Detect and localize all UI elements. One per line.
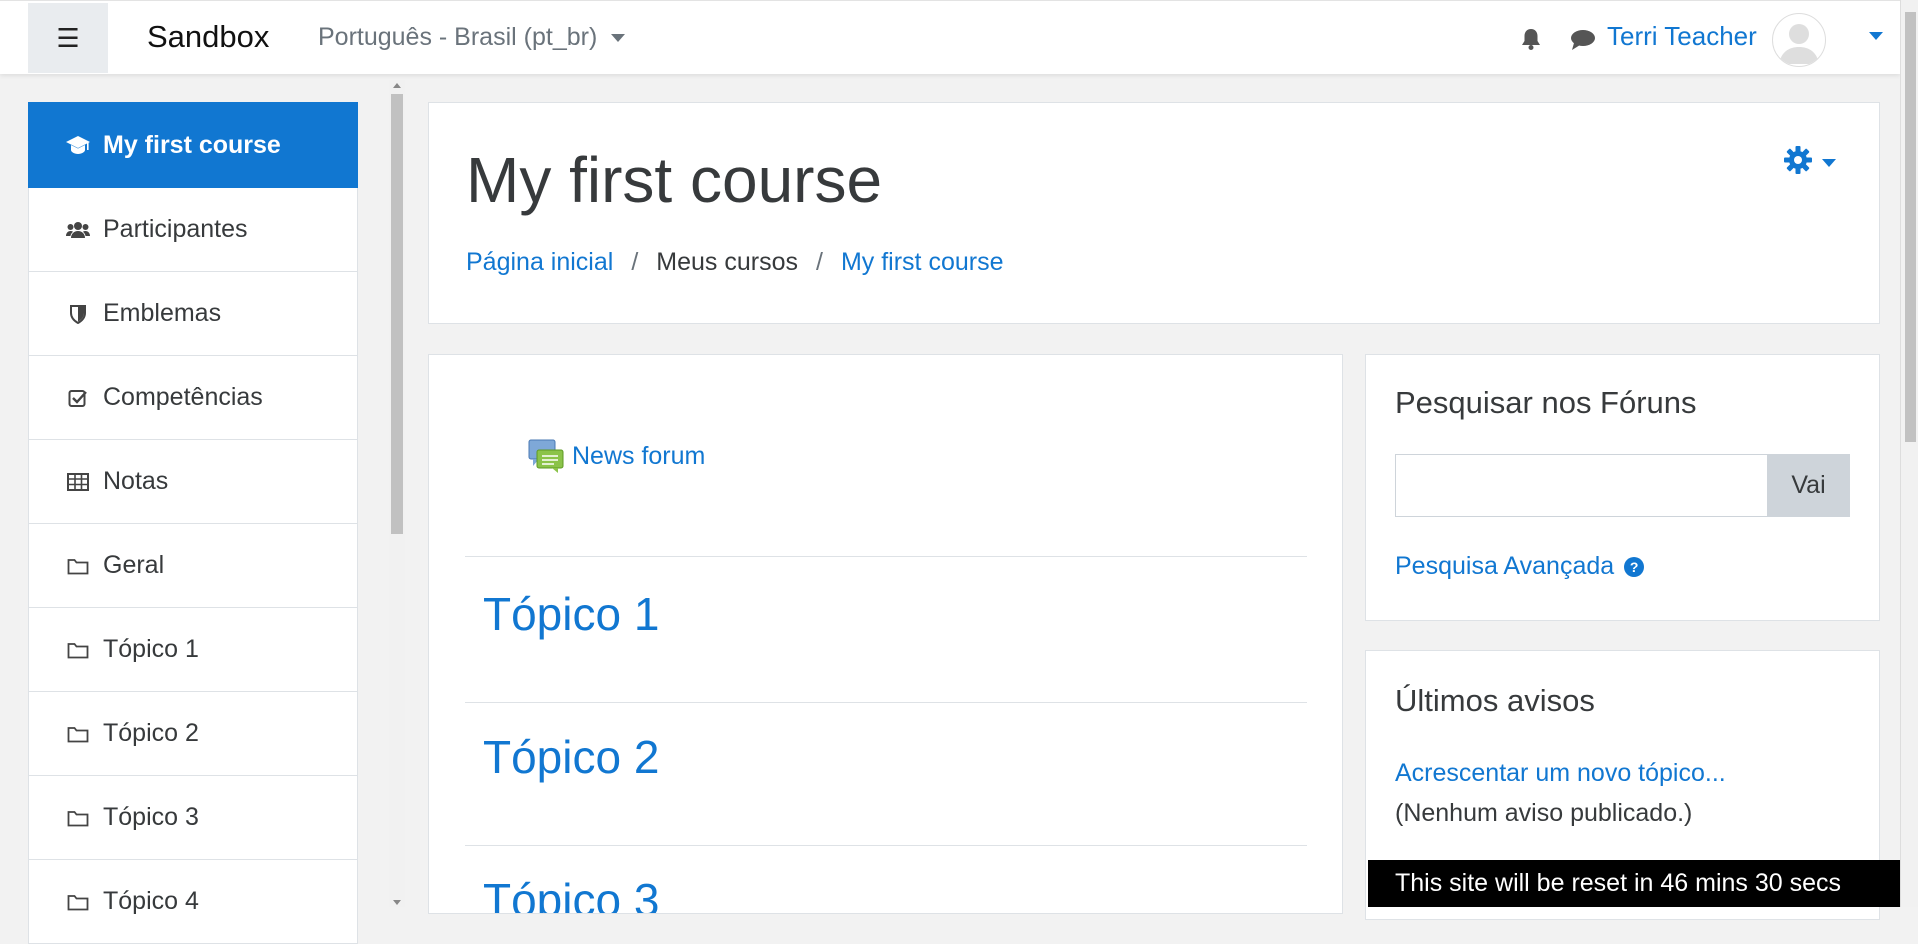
gear-icon (1783, 145, 1813, 180)
language-menu[interactable]: Português - Brasil (pt_br) (318, 23, 626, 52)
breadcrumb-my-courses: Meus cursos (656, 248, 798, 276)
drawer-item-label: My first course (103, 130, 281, 159)
drawer-scrollbar-thumb[interactable] (391, 94, 403, 534)
block-title: Pesquisar nos Fóruns (1395, 385, 1697, 420)
drawer-item-label: Participantes (103, 215, 248, 243)
page-scrollbar[interactable] (1900, 0, 1918, 907)
page-header: My first course Página inicial / Meus cu… (428, 102, 1880, 324)
bell-icon[interactable] (1520, 27, 1542, 56)
section-divider (465, 845, 1307, 846)
site-brand[interactable]: Sandbox (147, 19, 269, 55)
section-divider (465, 702, 1307, 703)
user-menu-chevron-icon[interactable] (1869, 32, 1883, 40)
chevron-down-icon (1822, 158, 1836, 167)
user-name-link[interactable]: Terri Teacher (1607, 21, 1757, 52)
drawer-item-label: Competências (103, 383, 263, 411)
language-label: Português - Brasil (pt_br) (318, 23, 598, 51)
drawer-item-general[interactable]: Geral (28, 524, 358, 608)
top-navbar: ☰ Sandbox Português - Brasil (pt_br) Ter… (0, 0, 1900, 74)
scroll-up-arrow-icon[interactable] (393, 83, 401, 88)
drawer-scrollbar[interactable] (389, 80, 405, 907)
drawer-item-badges[interactable]: Emblemas (28, 272, 358, 356)
folder-icon (65, 893, 91, 911)
course-content: News forum Tópico 1 Tópico 2 Tópico 3 (428, 354, 1343, 914)
help-icon[interactable]: ? (1624, 556, 1645, 577)
breadcrumb-home-link[interactable]: Página inicial (466, 248, 613, 277)
drawer-toggle-button[interactable]: ☰ (28, 3, 108, 73)
drawer-item-topic-3[interactable]: Tópico 3 (28, 776, 358, 860)
no-news-text: (Nenhum aviso publicado.) (1395, 799, 1693, 827)
drawer-item-participants[interactable]: Participantes (28, 188, 358, 272)
add-new-topic-link[interactable]: Acrescentar um novo tópico... (1395, 759, 1726, 788)
section-divider (465, 556, 1307, 557)
topic-3-heading[interactable]: Tópico 3 (483, 873, 659, 913)
checkbox-icon (65, 388, 91, 408)
course-nav-drawer: My first course Participantes Emblemas C… (28, 102, 358, 944)
topic-1-heading[interactable]: Tópico 1 (483, 587, 659, 641)
drawer-item-topic-1[interactable]: Tópico 1 (28, 608, 358, 692)
folder-icon (65, 557, 91, 575)
drawer-item-label: Emblemas (103, 299, 222, 327)
page-scrollbar-thumb[interactable] (1905, 12, 1916, 442)
drawer-item-grades[interactable]: Notas (28, 440, 358, 524)
users-icon (65, 221, 91, 239)
avatar[interactable] (1772, 13, 1826, 67)
topic-2-heading[interactable]: Tópico 2 (483, 730, 659, 784)
breadcrumb-separator: / (816, 248, 823, 276)
drawer-item-label: Tópico 1 (103, 635, 199, 663)
forum-icon (528, 439, 564, 473)
search-go-button[interactable]: Vai (1767, 454, 1850, 517)
graduation-cap-icon (65, 135, 91, 155)
chevron-down-icon (611, 33, 626, 42)
drawer-item-label: Tópico 3 (103, 803, 199, 831)
table-icon (65, 472, 91, 491)
scroll-down-arrow-icon[interactable] (393, 900, 401, 905)
chat-bubble-icon[interactable] (1570, 29, 1596, 56)
search-forums-block: Pesquisar nos Fóruns Vai Pesquisa Avança… (1365, 354, 1880, 621)
breadcrumb: Página inicial / Meus cursos / My first … (466, 248, 1003, 277)
folder-icon (65, 725, 91, 743)
drawer-item-label: Notas (103, 467, 169, 495)
news-forum-link[interactable]: News forum (528, 439, 705, 473)
drawer-item-label: Tópico 4 (103, 887, 199, 915)
search-input[interactable] (1395, 454, 1768, 517)
advanced-search-link[interactable]: Pesquisa Avançada ? (1395, 552, 1645, 581)
hamburger-icon: ☰ (56, 22, 80, 53)
drawer-item-competencies[interactable]: Competências (28, 356, 358, 440)
breadcrumb-course-link[interactable]: My first course (841, 248, 1004, 277)
breadcrumb-separator: / (631, 248, 639, 276)
drawer-item-topic-2[interactable]: Tópico 2 (28, 692, 358, 776)
block-title: Últimos avisos (1395, 683, 1595, 718)
advanced-search-label: Pesquisa Avançada (1395, 552, 1615, 580)
drawer-item-label: Geral (103, 551, 165, 579)
drawer-item-label: Tópico 2 (103, 719, 199, 747)
folder-icon (65, 809, 91, 827)
course-settings-menu[interactable] (1783, 145, 1836, 180)
news-forum-label: News forum (572, 441, 706, 470)
drawer-item-topic-4[interactable]: Tópico 4 (28, 860, 358, 944)
page-title: My first course (466, 144, 883, 216)
shield-icon (65, 304, 91, 324)
site-reset-banner: This site will be reset in 46 mins 30 se… (1368, 860, 1900, 907)
folder-icon (65, 641, 91, 659)
drawer-item-my-first-course[interactable]: My first course (28, 102, 358, 188)
